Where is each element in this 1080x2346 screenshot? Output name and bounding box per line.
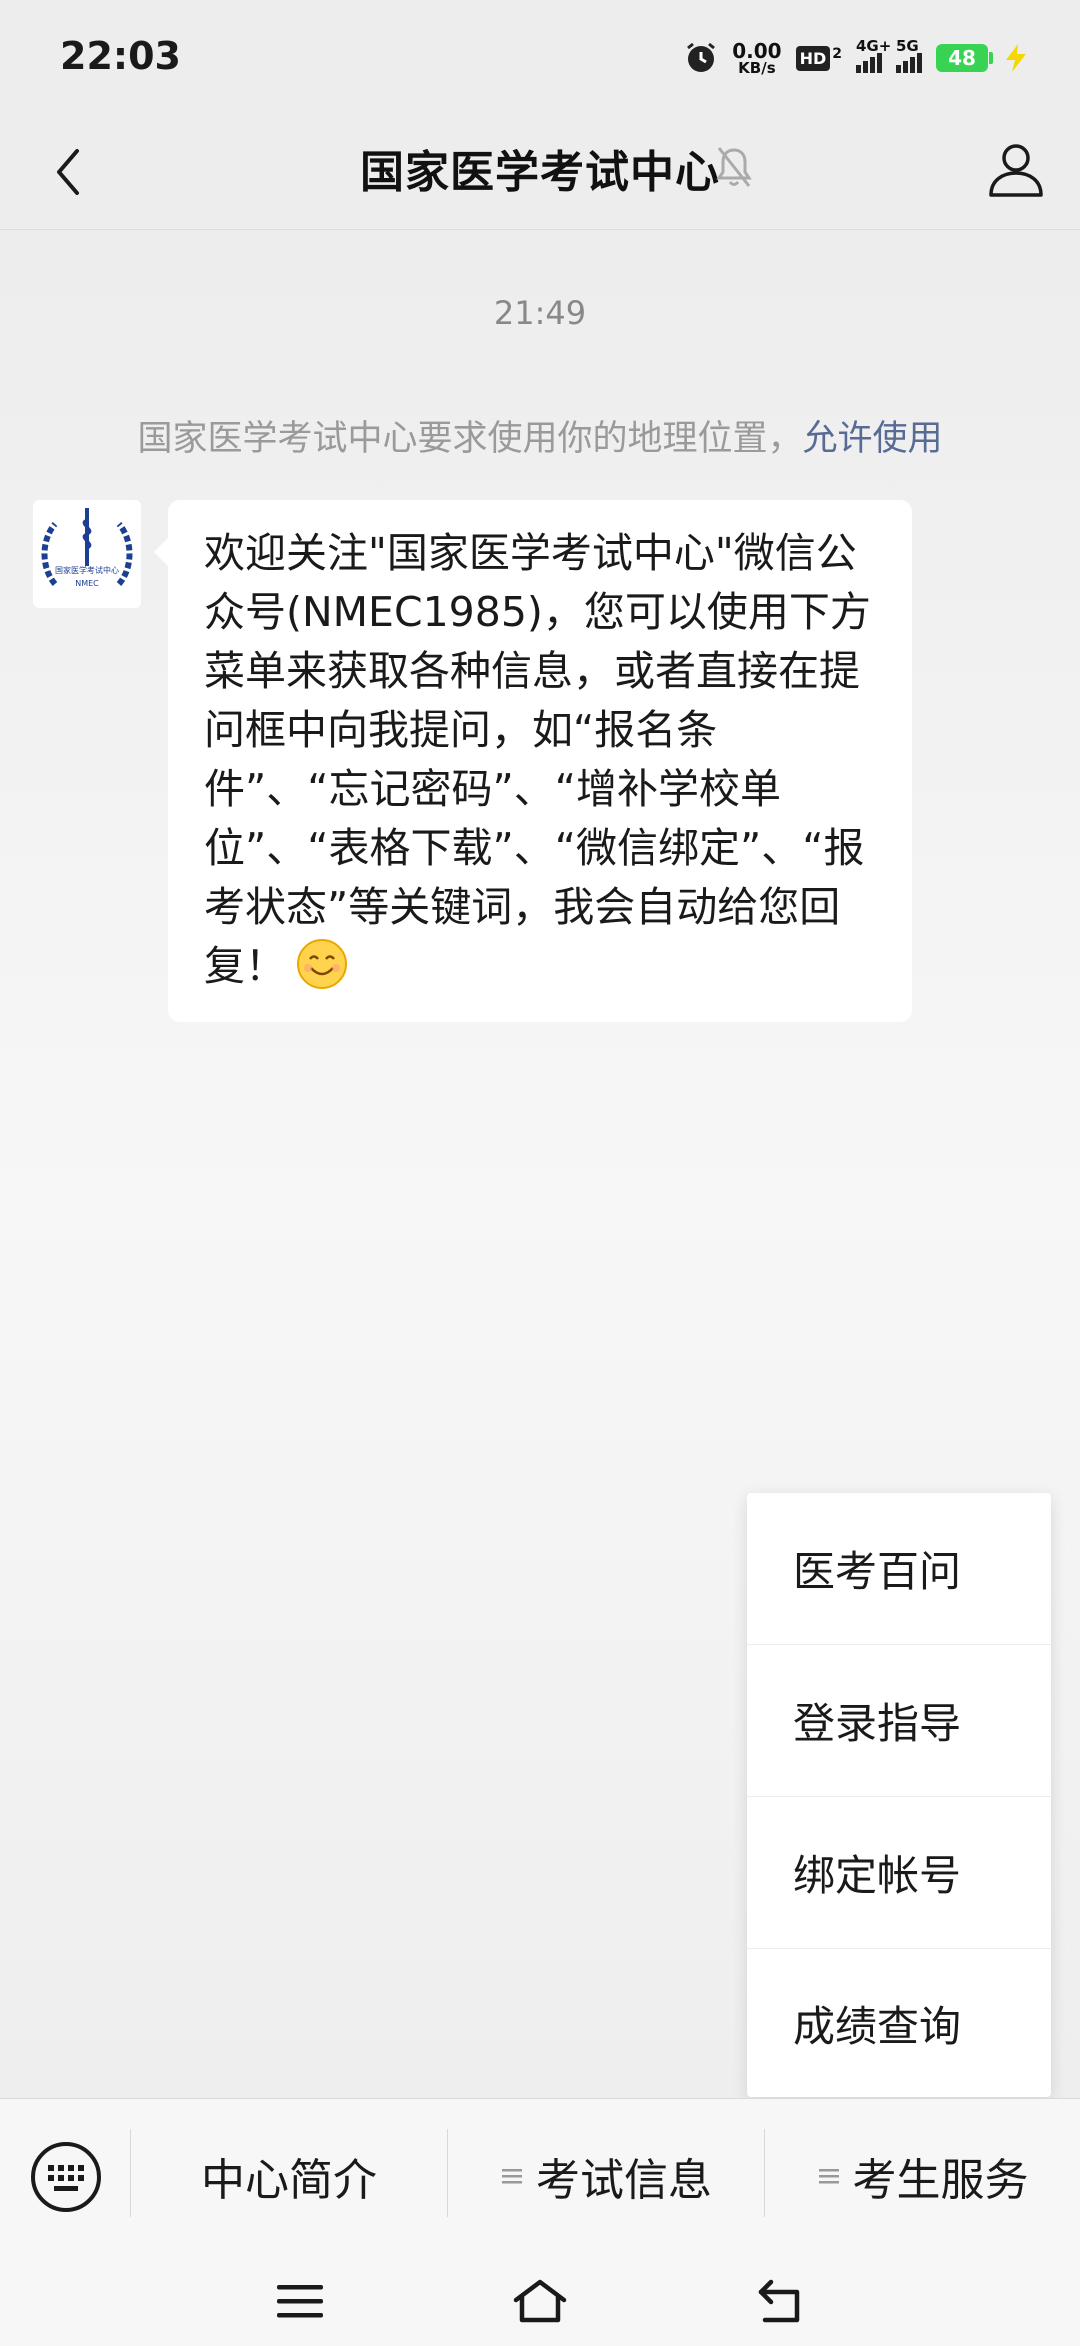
menu-tab-exam-info[interactable]: 考试信息 xyxy=(448,2099,764,2253)
profile-button[interactable] xyxy=(980,134,1052,206)
submenu-item-bind-account[interactable]: 绑定帐号 xyxy=(747,1797,1051,1949)
nmec-logo-icon: 国家医学考试中心 NMEC xyxy=(41,508,133,588)
hd-sub: 2 xyxy=(832,45,842,62)
smile-emoji-icon xyxy=(297,939,347,989)
net-speed-unit: KB/s xyxy=(738,58,776,77)
submenu-popup: 医考百问 登录指导 绑定帐号 成绩查询 xyxy=(747,1493,1051,2097)
net-speed-value: 0.00 xyxy=(732,38,782,63)
menu-tab-label: 考试信息 xyxy=(536,2155,712,2206)
signal-5g-icon: 5G xyxy=(896,37,922,73)
menu-tab-label: 考生服务 xyxy=(852,2155,1029,2206)
page-title: 国家医学考试中心 xyxy=(360,147,720,198)
status-time: 22:03 xyxy=(60,34,181,78)
bottom-menu-bar: 中心简介 考试信息 考生服务 xyxy=(0,2098,1080,2252)
bell-off-icon xyxy=(716,147,752,187)
keyboard-icon[interactable] xyxy=(30,2141,102,2213)
submenu-item-login-guide[interactable]: 登录指导 xyxy=(747,1645,1051,1797)
submenu-lines-icon xyxy=(502,2169,522,2184)
avatar[interactable]: 国家医学考试中心 NMEC xyxy=(33,500,141,608)
battery-level: 48 xyxy=(948,46,976,70)
hd-indicator: HD 2 xyxy=(795,45,842,71)
system-nav-bar xyxy=(0,2252,1080,2346)
submenu-item-faq[interactable]: 医考百问 xyxy=(747,1493,1051,1645)
status-bar: 22:03 0.00 KB/s HD 2 4G+ 5G 48 xyxy=(0,0,1080,116)
menu-tab-center-intro[interactable]: 中心简介 xyxy=(131,2099,447,2253)
home-icon xyxy=(513,2279,567,2323)
title-bar: 国家医学考试中心 xyxy=(0,116,1080,230)
nav-back-button[interactable] xyxy=(745,2266,815,2336)
net-speed: 0.00 KB/s xyxy=(732,41,781,76)
location-notice: 国家医学考试中心要求使用你的地理位置，允许使用 xyxy=(0,410,1080,461)
menu-tab-label: 中心简介 xyxy=(201,2155,377,2206)
person-icon xyxy=(989,144,1043,197)
svg-text:NMEC: NMEC xyxy=(75,579,99,588)
nav-home-button[interactable] xyxy=(505,2266,575,2336)
signal-4g-icon: 4G+ xyxy=(856,37,891,73)
submenu-item-score-query[interactable]: 成绩查询 xyxy=(747,1949,1051,2097)
signal-5g-label: 5G xyxy=(896,37,919,55)
hamburger-icon xyxy=(277,2285,323,2318)
message-bubble[interactable]: 欢迎关注"国家医学考试中心"微信公众号(NMEC1985)，您可以使用下方菜单来… xyxy=(154,500,912,1022)
message-text: 欢迎关注"国家医学考试中心"微信公众号(NMEC1985)，您可以使用下方菜单来… xyxy=(204,524,878,996)
svg-text:国家医学考试中心: 国家医学考试中心 xyxy=(55,565,119,575)
message-timestamp: 21:49 xyxy=(493,294,587,332)
back-arrow-icon xyxy=(758,2279,800,2323)
nav-menu-button[interactable] xyxy=(265,2266,335,2336)
allow-location-link[interactable]: 允许使用 xyxy=(803,419,943,459)
menu-tab-candidate-service[interactable]: 考生服务 xyxy=(765,2099,1080,2253)
status-icons: 0.00 KB/s HD 2 4G+ 5G 48 xyxy=(684,36,1030,80)
battery-icon: 48 xyxy=(936,44,993,72)
submenu-lines-icon xyxy=(818,2169,839,2184)
alarm-icon xyxy=(687,42,716,72)
charging-bolt-icon xyxy=(1006,44,1026,72)
hd-badge: HD xyxy=(795,45,831,71)
location-notice-text: 国家医学考试中心要求使用你的地理位置， xyxy=(137,419,803,459)
signal-4g-label: 4G+ xyxy=(856,37,892,55)
message-text-content: 欢迎关注"国家医学考试中心"微信公众号(NMEC1985)，您可以使用下方菜单来… xyxy=(204,529,871,990)
